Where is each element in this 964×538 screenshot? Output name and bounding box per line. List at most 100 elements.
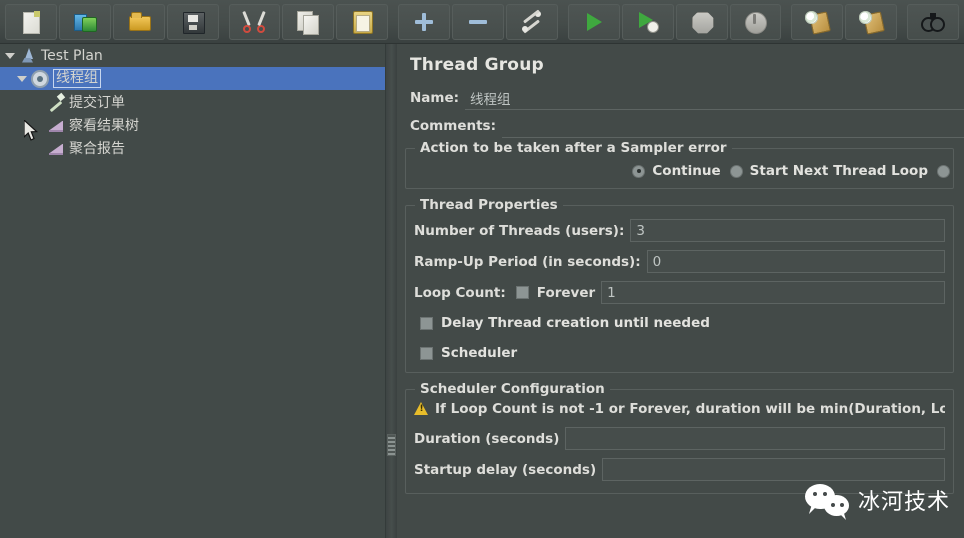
tree-node-aggregate-report[interactable]: 聚合报告 <box>0 136 385 159</box>
startup-delay-input[interactable] <box>602 458 945 481</box>
scheduler-checkbox[interactable] <box>420 346 433 360</box>
scissors-icon <box>241 9 267 35</box>
delay-thread-creation-row[interactable]: Delay Thread creation until needed <box>414 308 945 338</box>
view-results-tree-icon <box>46 115 66 135</box>
comments-row: Comments: <box>397 112 964 140</box>
loop-count-label: Loop Count: <box>414 284 506 301</box>
scheduler-configuration-group-title: Scheduler Configuration <box>415 381 610 397</box>
radio-dot-icon[interactable] <box>729 164 743 178</box>
scheduler-configuration-group: Scheduler Configuration If Loop Count is… <box>405 381 954 494</box>
save-button[interactable] <box>166 3 219 40</box>
clear-button[interactable] <box>791 3 844 40</box>
ramp-up-row: Ramp-Up Period (in seconds): <box>414 246 945 277</box>
collapse-all-button[interactable] <box>452 3 504 40</box>
thread-group-editor: Thread Group Name: Comments: Action to b… <box>397 44 964 538</box>
radio-stop-thread[interactable] <box>937 164 957 178</box>
comments-input[interactable] <box>501 114 964 138</box>
tree-node-label: 线程组 <box>53 69 101 88</box>
clipboard-paste-icon <box>349 9 375 35</box>
name-input[interactable] <box>465 86 964 110</box>
toolbar-separator-5 <box>898 4 906 40</box>
forever-label: Forever <box>536 284 596 301</box>
main-toolbar <box>0 0 964 44</box>
tree-node-submit-order[interactable]: 提交订单 <box>0 90 385 113</box>
sampler-error-group: Action to be taken after a Sampler error… <box>405 140 957 189</box>
loop-count-input[interactable] <box>601 281 945 304</box>
name-label: Name: <box>410 90 460 106</box>
cut-button[interactable] <box>228 3 281 40</box>
scheduler-label: Scheduler <box>441 345 518 361</box>
minus-icon <box>465 9 491 35</box>
scheduler-row[interactable]: Scheduler <box>414 338 945 368</box>
toolbar-separator-4 <box>782 4 790 40</box>
thread-properties-group: Thread Properties Number of Threads (use… <box>405 197 954 373</box>
radio-dot-icon[interactable] <box>632 164 646 178</box>
open-folder-icon <box>126 9 152 35</box>
duration-input[interactable] <box>565 427 945 450</box>
expand-all-button[interactable] <box>398 3 451 40</box>
name-row: Name: <box>397 84 964 112</box>
comments-label: Comments: <box>410 118 496 134</box>
new-button[interactable] <box>5 3 57 40</box>
paste-button[interactable] <box>336 3 389 40</box>
test-plan-tree[interactable]: Test Plan 线程组 提交订单 察看结果树 聚合报告 <box>0 44 386 538</box>
ramp-up-label: Ramp-Up Period (in seconds): <box>414 253 641 270</box>
scheduler-warning-text: If Loop Count is not -1 or Forever, dura… <box>435 401 945 417</box>
start-button[interactable] <box>567 3 620 40</box>
stop-octagon-icon <box>689 9 715 35</box>
radio-dot-icon[interactable] <box>937 164 950 178</box>
duration-row: Duration (seconds) <box>414 423 945 454</box>
scheduler-warning: If Loop Count is not -1 or Forever, dura… <box>414 399 945 423</box>
splitter-grip[interactable] <box>387 434 396 456</box>
loop-count-row: Loop Count: Forever <box>414 277 945 308</box>
start-no-pauses-button[interactable] <box>621 3 674 40</box>
warning-triangle-icon <box>414 402 429 416</box>
radio-start-next-thread-loop[interactable]: Start Next Thread Loop <box>729 163 928 179</box>
play-green-icon <box>581 9 607 35</box>
http-sampler-icon <box>46 92 66 112</box>
radio-continue[interactable]: Continue <box>632 163 721 179</box>
binoculars-icon <box>920 9 946 35</box>
toggle-button[interactable] <box>505 3 558 40</box>
duration-label: Duration (seconds) <box>414 430 560 447</box>
ramp-up-input[interactable] <box>646 250 945 273</box>
tree-node-label: 聚合报告 <box>69 140 125 157</box>
tree-node-label: Test Plan <box>41 47 103 64</box>
number-of-threads-input[interactable] <box>630 219 945 242</box>
page-title: Thread Group <box>410 55 544 75</box>
tree-node-label: 察看结果树 <box>69 117 139 134</box>
shutdown-button[interactable] <box>729 3 782 40</box>
templates-button[interactable] <box>58 3 111 40</box>
toolbar-separator-3 <box>559 4 567 40</box>
panel-splitter[interactable] <box>386 44 397 538</box>
expand-arrow-icon[interactable] <box>14 76 30 82</box>
thread-group-icon <box>30 69 50 89</box>
tree-node-view-results-tree[interactable]: 察看结果树 <box>0 113 385 136</box>
radio-label: Start Next Thread Loop <box>749 163 928 179</box>
startup-delay-row: Startup delay (seconds) <box>414 454 945 485</box>
startup-delay-label: Startup delay (seconds) <box>414 461 597 478</box>
toolbar-separator-1 <box>220 4 228 40</box>
tree-node-thread-group[interactable]: 线程组 <box>0 67 385 90</box>
shutdown-icon <box>742 9 768 35</box>
clear-all-icon <box>858 9 884 35</box>
search-button[interactable] <box>907 3 960 40</box>
copy-icon <box>295 9 321 35</box>
toggle-icon <box>519 9 545 35</box>
toolbar-separator-2 <box>389 4 397 40</box>
copy-button[interactable] <box>282 3 335 40</box>
clear-all-button[interactable] <box>845 3 898 40</box>
sampler-error-group-title: Action to be taken after a Sampler error <box>415 140 732 156</box>
open-button[interactable] <box>112 3 165 40</box>
clear-icon <box>804 9 830 35</box>
jmeter-window: Test Plan 线程组 提交订单 察看结果树 聚合报告 Thread Gro… <box>0 0 964 538</box>
templates-icon <box>72 9 98 35</box>
tree-node-label: 提交订单 <box>69 94 125 111</box>
play-no-pauses-icon <box>635 9 661 35</box>
forever-checkbox[interactable] <box>515 286 529 299</box>
tree-node-test-plan[interactable]: Test Plan <box>0 44 385 67</box>
expand-arrow-icon[interactable] <box>2 53 18 59</box>
stop-button[interactable] <box>675 3 728 40</box>
radio-label: Continue <box>652 163 721 179</box>
delay-thread-creation-checkbox[interactable] <box>420 316 433 330</box>
